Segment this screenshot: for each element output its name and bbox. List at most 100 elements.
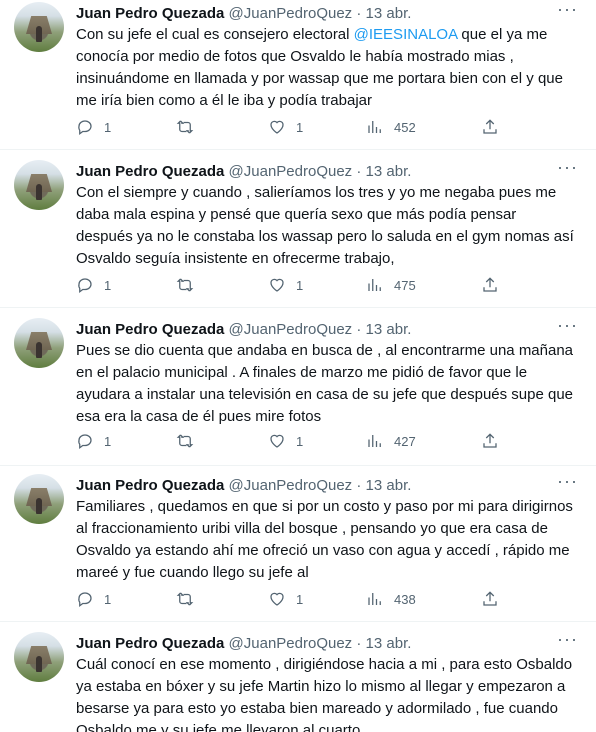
timestamp[interactable]: 13 abr. <box>366 321 412 338</box>
retweet-icon <box>176 434 194 448</box>
tweet-text: Con su jefe el cual es consejero elector… <box>76 24 576 112</box>
like-count: 1 <box>296 433 304 449</box>
views-button[interactable]: 438 <box>366 590 416 608</box>
like-count: 1 <box>296 591 304 607</box>
views-count: 438 <box>394 591 416 607</box>
avatar[interactable] <box>14 318 64 368</box>
heart-icon <box>270 278 284 292</box>
author-name[interactable]: Juan Pedro Quezada <box>76 635 224 652</box>
share-icon <box>483 277 497 292</box>
tweet-actions: 1 1 438 <box>76 590 516 610</box>
like-button[interactable]: 1 <box>268 276 303 294</box>
share-button[interactable] <box>481 432 499 450</box>
views-icon <box>368 121 381 133</box>
more-icon[interactable]: ··· <box>557 630 578 648</box>
retweet-icon <box>176 120 194 134</box>
tweet[interactable]: Juan Pedro Quezada @JuanPedroQuez · 13 a… <box>0 158 596 308</box>
author-name[interactable]: Juan Pedro Quezada <box>76 477 224 494</box>
like-button[interactable]: 1 <box>268 432 303 450</box>
retweet-button[interactable] <box>176 118 204 136</box>
tweet[interactable]: Juan Pedro Quezada @JuanPedroQuez · 13 a… <box>0 0 596 150</box>
reply-icon <box>78 434 92 450</box>
views-button[interactable]: 452 <box>366 118 416 136</box>
retweet-icon <box>176 278 194 292</box>
author-name[interactable]: Juan Pedro Quezada <box>76 163 224 180</box>
views-button[interactable]: 475 <box>366 276 416 294</box>
views-button[interactable]: 427 <box>366 432 416 450</box>
author-handle[interactable]: @JuanPedroQuez <box>229 321 353 338</box>
tweet-header: Juan Pedro Quezada @JuanPedroQuez · 13 a… <box>76 5 411 23</box>
author-name[interactable]: Juan Pedro Quezada <box>76 321 224 338</box>
tweet-text: Cuál conocí en ese momento , dirigiéndos… <box>76 654 576 732</box>
tweet[interactable]: Juan Pedro Quezada @JuanPedroQuez · 13 a… <box>0 630 596 732</box>
reply-button[interactable]: 1 <box>76 590 111 608</box>
author-handle[interactable]: @JuanPedroQuez <box>229 163 353 180</box>
like-count: 1 <box>296 119 304 135</box>
retweet-button[interactable] <box>176 590 204 608</box>
reply-icon <box>78 592 92 608</box>
avatar[interactable] <box>14 474 64 524</box>
timestamp[interactable]: 13 abr. <box>366 477 412 494</box>
separator-dot: · <box>356 635 362 652</box>
timestamp[interactable]: 13 abr. <box>366 163 412 180</box>
author-handle[interactable]: @JuanPedroQuez <box>229 635 353 652</box>
avatar[interactable] <box>14 632 64 682</box>
reply-button[interactable]: 1 <box>76 432 111 450</box>
retweet-button[interactable] <box>176 432 204 450</box>
tweet-text-part: Con su jefe el cual es consejero elector… <box>76 26 354 43</box>
tweet-header: Juan Pedro Quezada @JuanPedroQuez · 13 a… <box>76 163 411 181</box>
timestamp[interactable]: 13 abr. <box>366 635 412 652</box>
like-button[interactable]: 1 <box>268 590 303 608</box>
retweet-button[interactable] <box>176 276 204 294</box>
tweet-text-part: Con el siempre y cuando , salieríamos lo… <box>76 184 574 267</box>
reply-button[interactable]: 1 <box>76 118 111 136</box>
views-count: 475 <box>394 277 416 293</box>
reply-count: 1 <box>104 119 112 135</box>
tweet-actions: 1 1 475 <box>76 276 516 296</box>
share-button[interactable] <box>481 590 499 608</box>
share-button[interactable] <box>481 276 499 294</box>
reply-count: 1 <box>104 277 112 293</box>
heart-icon <box>270 434 284 448</box>
more-icon[interactable]: ··· <box>557 0 578 18</box>
tweet-text-part: Pues se dio cuenta que andaba en busca d… <box>76 342 574 425</box>
mention-link[interactable]: @IEESINALOA <box>354 26 458 43</box>
tweet[interactable]: Juan Pedro Quezada @JuanPedroQuez · 13 a… <box>0 316 596 466</box>
heart-icon <box>270 592 284 606</box>
like-count: 1 <box>296 277 304 293</box>
views-icon <box>368 279 381 291</box>
tweet-text-part: Familiares , quedamos en que si por un c… <box>76 498 573 581</box>
avatar[interactable] <box>14 160 64 210</box>
reply-button[interactable]: 1 <box>76 276 111 294</box>
share-icon <box>483 433 497 448</box>
share-button[interactable] <box>481 118 499 136</box>
share-icon <box>483 591 497 606</box>
like-button[interactable]: 1 <box>268 118 303 136</box>
author-name[interactable]: Juan Pedro Quezada <box>76 5 224 22</box>
tweet-actions: 1 1 452 <box>76 118 516 138</box>
separator-dot: · <box>356 321 362 338</box>
tweet[interactable]: Juan Pedro Quezada @JuanPedroQuez · 13 a… <box>0 472 596 622</box>
share-icon <box>483 119 497 134</box>
more-icon[interactable]: ··· <box>557 158 578 176</box>
reply-count: 1 <box>104 591 112 607</box>
more-icon[interactable]: ··· <box>557 472 578 490</box>
author-handle[interactable]: @JuanPedroQuez <box>229 5 353 22</box>
timestamp[interactable]: 13 abr. <box>366 5 412 22</box>
reply-count: 1 <box>104 433 112 449</box>
retweet-icon <box>176 592 194 606</box>
author-handle[interactable]: @JuanPedroQuez <box>229 477 353 494</box>
tweet-header: Juan Pedro Quezada @JuanPedroQuez · 13 a… <box>76 321 411 339</box>
views-count: 452 <box>394 119 416 135</box>
more-icon[interactable]: ··· <box>557 316 578 334</box>
views-icon <box>368 435 381 447</box>
separator-dot: · <box>356 477 362 494</box>
views-icon <box>368 593 381 605</box>
heart-icon <box>270 120 284 134</box>
tweet-actions: 1 1 427 <box>76 432 516 452</box>
reply-icon <box>78 120 92 136</box>
tweet-text-part: Cuál conocí en ese momento , dirigiéndos… <box>76 656 573 732</box>
separator-dot: · <box>356 163 362 180</box>
avatar[interactable] <box>14 2 64 52</box>
tweet-header: Juan Pedro Quezada @JuanPedroQuez · 13 a… <box>76 477 411 495</box>
